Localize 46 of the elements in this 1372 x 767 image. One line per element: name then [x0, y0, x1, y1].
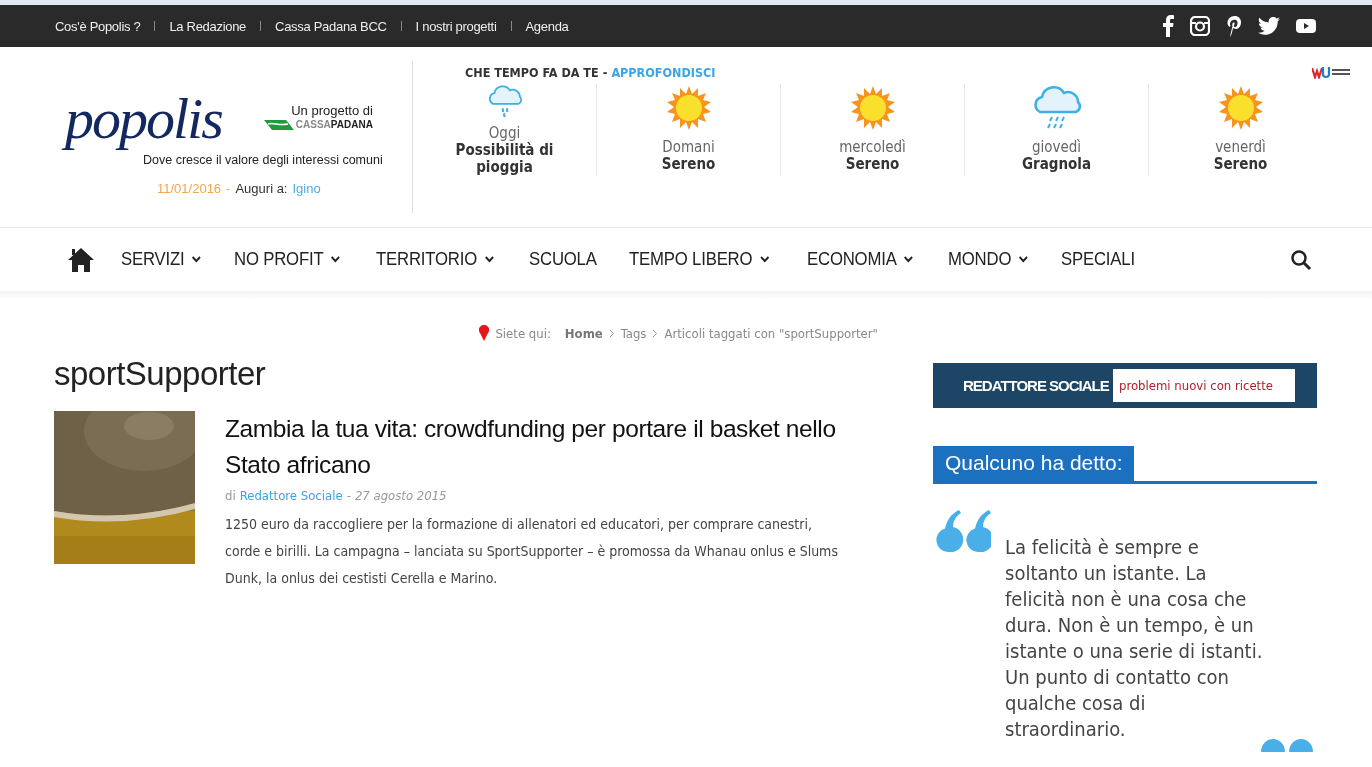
forecast-day: venerdì — [1215, 138, 1266, 156]
nav-menu-item[interactable]: TEMPO LIBERO — [629, 249, 770, 270]
forecast-day: mercoledì — [839, 138, 906, 156]
byline-separator: - — [346, 488, 351, 503]
nav-menu-item[interactable]: SERVIZI — [121, 249, 202, 270]
top-menu-link[interactable]: I nostri progetti — [415, 18, 497, 34]
nav-menu-item[interactable]: MONDO — [948, 249, 1029, 270]
ticker-headline[interactable]: problemi nuovi con ricette — [1113, 369, 1295, 402]
date-separator: - — [226, 181, 231, 196]
forecast-condition: Gragnola — [1020, 156, 1093, 173]
nav-menu-item[interactable]: ECONOMIA — [806, 249, 914, 270]
quote-text: La felicità è sempre e soltanto un istante. La felicità non è una cosa che dura. Non è un tempo, è un istante o una serie di istanti. Un punto di contatto con qualche cosa di straordinario. — [1005, 534, 1264, 742]
article-date: 27 agosto 2015 — [354, 488, 447, 503]
forecast-condition: Possibilità di pioggia — [454, 142, 555, 176]
article-title-link[interactable]: Zambia la tua vita: crowdfunding per portare il basket nello Stato africano — [225, 411, 845, 483]
page-title: sportSupporter — [54, 355, 267, 393]
breadcrumb-current: Articoli taggati con "sportSupporter" — [664, 325, 878, 341]
byline-label: di — [225, 488, 236, 503]
weather-heading: CHE TEMPO FA DA TE — [465, 65, 599, 80]
sponsor-logo[interactable]: CASSAPADANA — [295, 118, 373, 130]
heading-separator: - — [602, 65, 608, 80]
nav-menu-item[interactable]: TERRITORIO — [375, 249, 494, 270]
nav-menu-item[interactable]: SCUOLA — [529, 249, 597, 270]
forecast-condition: Sereno — [1212, 156, 1269, 173]
sponsor-caption: Un progetto di — [291, 103, 373, 118]
forecast-condition: Sereno — [844, 156, 901, 173]
widget-title: Qualcuno ha detto: — [933, 446, 1135, 481]
forecast-day: giovedì — [1031, 138, 1082, 156]
nav-menu-item[interactable]: NO PROFIT — [234, 249, 341, 270]
forecast-day: Oggi — [488, 124, 521, 142]
breadcrumb-label: Siete qui: — [495, 325, 551, 341]
nav-menu-item[interactable]: SPECIALI — [1061, 249, 1135, 270]
forecast-condition: Sereno — [660, 156, 717, 173]
news-ticker-banner[interactable]: REDATTORE SOCIALE problemi nuovi con ricette — [933, 363, 1317, 408]
breadcrumb-link[interactable]: Home — [564, 325, 603, 341]
article-summary: 1250 euro da raccogliere per la formazione di allenatori ed educatori, per comprare canestri, corde e birilli. La campagna – lanciata su SportSupporter – è promossa da Whanau onlus e Slums Dunk, la onlus dei cestisti Cerella e Marino. — [225, 515, 839, 588]
greeting-label: Auguri a: — [235, 181, 288, 196]
current-date: 11/01/2016 — [157, 181, 222, 196]
top-menu-link[interactable]: La Redazione — [169, 18, 247, 34]
site-tagline: Dove cresce il valore degli interessi comuni — [143, 153, 384, 167]
top-menu-link[interactable]: Cassa Padana BCC — [275, 18, 387, 34]
forecast-day: Domani — [662, 138, 715, 156]
top-menu-link[interactable]: Cos'è Popolis ? — [55, 18, 141, 34]
breadcrumb-link[interactable]: Tags — [620, 325, 647, 341]
top-menu-link[interactable]: Agenda — [525, 18, 569, 34]
ticker-brand: REDATTORE SOCIALE — [963, 377, 1111, 394]
